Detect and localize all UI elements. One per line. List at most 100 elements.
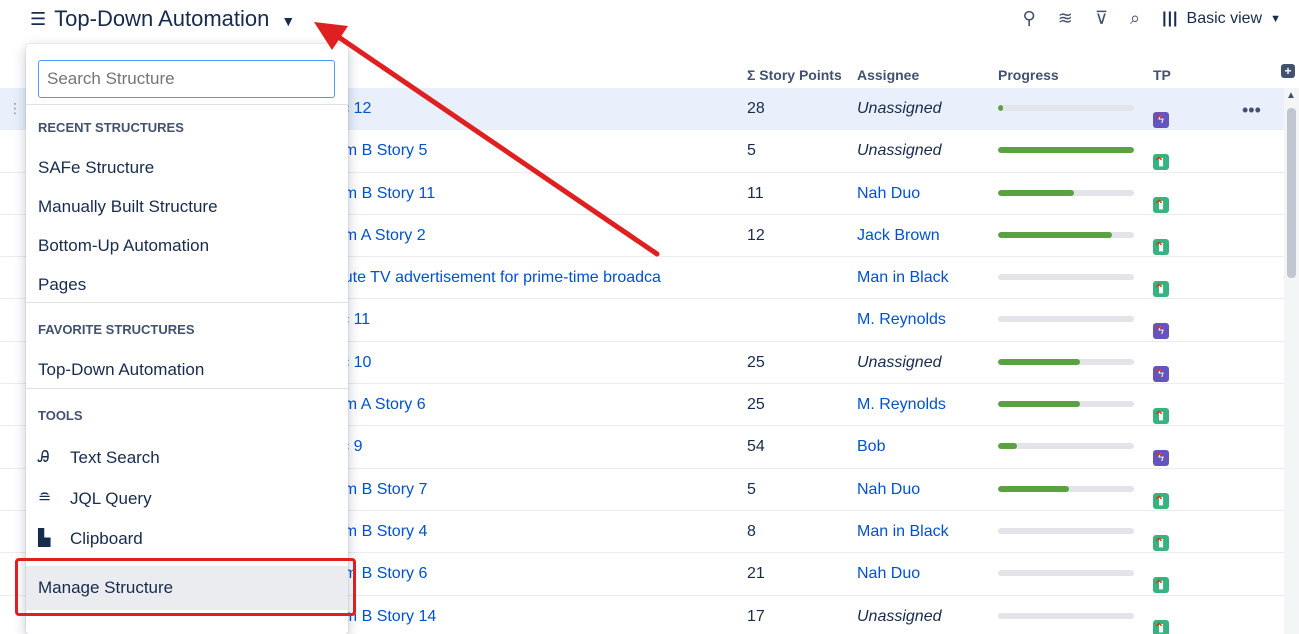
column-tp[interactable]: TP [1153, 67, 1171, 83]
progress-bar [998, 358, 1134, 365]
recent-item[interactable]: Manually Built Structure [26, 187, 348, 226]
progress-bar [998, 231, 1134, 238]
priority-highest-icon: ⌃ [1153, 408, 1165, 425]
story-points: 17 [747, 607, 765, 625]
recent-item[interactable]: Bottom-Up Automation [26, 226, 348, 265]
story-points: 12 [747, 226, 765, 244]
more-actions-icon[interactable]: ••• [1242, 100, 1261, 121]
favorite-structures-section: FAVORITE STRUCTURES Top-Down Automation [26, 310, 348, 389]
assignee[interactable]: Unassigned [857, 354, 942, 372]
story-points: 5 [747, 480, 756, 498]
story-points: 5 [747, 142, 756, 160]
priority-highest-icon: ⌃ [1153, 281, 1165, 298]
progress-fill [998, 485, 1069, 492]
progress-fill [998, 358, 1080, 365]
priority-highest-icon: ⌃ [1153, 450, 1165, 467]
assignee[interactable]: Jack Brown [857, 227, 940, 245]
priority-highest-icon: ⌃ [1153, 365, 1165, 382]
structure-list-icon: ☰ [30, 8, 47, 29]
progress-bar [998, 570, 1134, 577]
column-story-points[interactable]: Σ Story Points [747, 67, 841, 83]
section-title: RECENT STRUCTURES [38, 120, 184, 135]
divider [26, 388, 348, 389]
progress-bar [998, 612, 1134, 619]
vertical-scrollbar[interactable]: ▲ [1284, 88, 1299, 634]
chevron-down-icon[interactable]: ▼ [281, 13, 295, 29]
pin-icon[interactable]: ⚲ [1023, 8, 1036, 29]
priority-highest-icon: ⌃ [1153, 112, 1165, 128]
assignee[interactable]: Nah Duo [857, 565, 920, 583]
tool-label: JQL Query [70, 488, 152, 508]
progress-bar [998, 485, 1134, 492]
assignee[interactable]: Unassigned [857, 142, 942, 160]
scrollbar-thumb[interactable] [1287, 108, 1296, 278]
view-selector[interactable]: ||| Basic view ▼ [1162, 10, 1281, 28]
section-title: TOOLS [38, 408, 83, 423]
structure-dropdown: RECENT STRUCTURES SAFe Structure Manuall… [26, 44, 348, 634]
favorite-item[interactable]: Top-Down Automation [26, 350, 348, 389]
story-points: 54 [747, 438, 765, 456]
assignee[interactable]: Man in Black [857, 269, 949, 287]
assignee[interactable]: Unassigned [857, 100, 942, 118]
progress-bar [998, 443, 1134, 450]
scroll-up-icon[interactable]: ▲ [1286, 90, 1296, 101]
filter-icon[interactable]: ⊽ [1095, 8, 1108, 29]
story-points: 25 [747, 396, 765, 414]
divider [26, 104, 348, 105]
progress-bar [998, 401, 1134, 408]
divider [26, 302, 348, 303]
search-structure-input[interactable] [38, 60, 335, 98]
story-points: 8 [747, 522, 756, 540]
assignee[interactable]: Bob [857, 438, 885, 456]
progress-bar [998, 316, 1134, 323]
search-icon[interactable]: ⌕ [1130, 8, 1140, 29]
priority-highest-icon: ⌃ [1153, 323, 1165, 340]
tool-clipboard[interactable]: ▙ Clipboard [26, 518, 348, 558]
clipboard-icon: ▙ [38, 529, 51, 547]
issue-summary[interactable]: minute TV advertisement for prime-time b… [318, 269, 661, 287]
add-column-button[interactable]: + [1281, 64, 1295, 78]
structure-title: Top-Down Automation [54, 6, 270, 31]
tool-label: Clipboard [70, 528, 143, 548]
column-progress[interactable]: Progress [998, 67, 1059, 83]
priority-highest-icon: ⌃ [1153, 619, 1165, 634]
tool-jql-query[interactable]: ≘ JQL Query [26, 478, 348, 518]
progress-fill [998, 147, 1134, 154]
progress-fill [998, 189, 1075, 196]
assignee[interactable]: Man in Black [857, 523, 949, 541]
priority-highest-icon: ⌃ [1153, 492, 1165, 509]
tool-text-search[interactable]: Ꭿ Text Search [26, 436, 348, 478]
progress-bar [998, 147, 1134, 154]
priority-highest-icon: ⌃ [1153, 238, 1165, 255]
recent-item[interactable]: Pages [26, 265, 348, 304]
tools-section: TOOLS Ꭿ Text Search ≘ JQL Query ▙ Clipbo… [26, 396, 348, 558]
assignee[interactable]: M. Reynolds [857, 311, 946, 329]
recent-structures-section: RECENT STRUCTURES SAFe Structure Manuall… [26, 108, 348, 304]
column-assignee[interactable]: Assignee [857, 67, 919, 83]
text-search-icon: Ꭿ [38, 448, 50, 466]
assignee[interactable]: Unassigned [857, 608, 942, 626]
story-points: 25 [747, 353, 765, 371]
assignee[interactable]: M. Reynolds [857, 396, 946, 414]
story-points: 11 [747, 184, 764, 202]
priority-highest-icon: ⌃ [1153, 196, 1165, 213]
structure-header: ☰ Top-Down Automation ▼ ⚲ ≋ ⊽ ⌕ ||| Basi… [0, 0, 1299, 44]
priority-highest-icon: ⌃ [1153, 534, 1165, 551]
progress-fill [998, 105, 1004, 111]
recent-item[interactable]: SAFe Structure [26, 148, 348, 187]
assignee[interactable]: Nah Duo [857, 481, 920, 499]
assignee[interactable]: Nah Duo [857, 185, 920, 203]
header-toolbar: ⚲ ≋ ⊽ ⌕ ||| Basic view ▼ [1023, 8, 1281, 29]
structure-selector[interactable]: ☰ Top-Down Automation ▼ [30, 6, 295, 32]
progress-bar [998, 105, 1134, 111]
priority-highest-icon: ⌃ [1153, 577, 1165, 594]
progress-bar [998, 274, 1134, 281]
tool-label: Text Search [70, 447, 160, 467]
chevron-down-icon: ▼ [1270, 12, 1281, 25]
jql-query-icon: ≘ [38, 489, 52, 507]
progress-fill [998, 231, 1113, 238]
view-label: Basic view [1186, 9, 1263, 27]
layers-icon[interactable]: ≋ [1058, 8, 1073, 29]
highlight-box [15, 558, 356, 616]
progress-fill [998, 443, 1018, 450]
